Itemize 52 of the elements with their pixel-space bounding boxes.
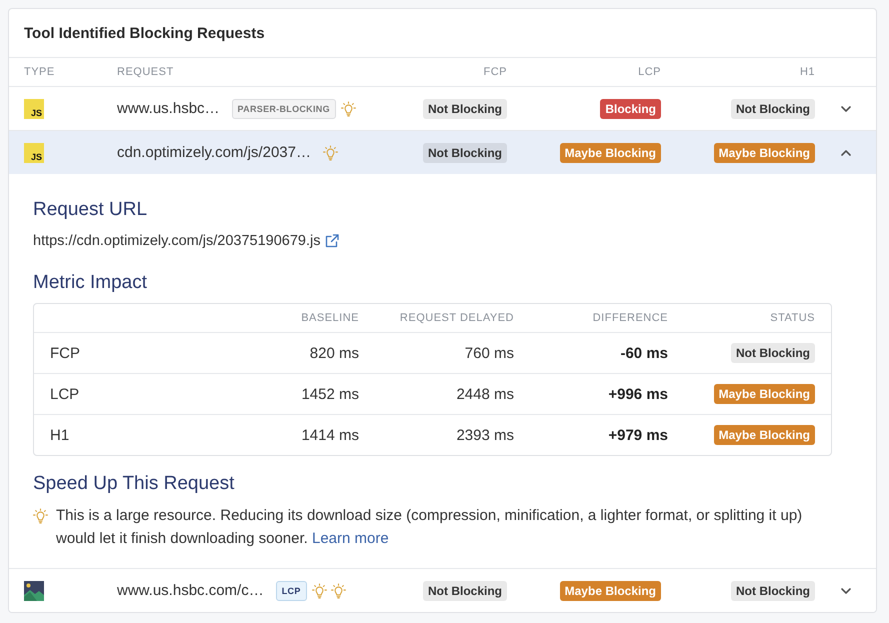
tip-text: This is a large resource. Reducing its download size (compression, minification, a lighter format, or splitting it up) would let it finish downloading sooner. Learn more — [56, 506, 804, 549]
request-name: cdn.optimizely.com/js/2037… — [117, 144, 311, 161]
section-heading: Metric Impact — [33, 271, 148, 295]
request-row[interactable]: JS cdn.optimizely.com/js/2037… Not Blocking Maybe Blocking Maybe Blocking — [9, 130, 876, 174]
external-link-icon[interactable] — [325, 234, 340, 248]
section-heading: Request URL — [33, 198, 148, 222]
js-logo: JS — [24, 142, 44, 162]
request-name: www.us.hsbc… — [117, 100, 220, 117]
lightbulb-icon — [33, 508, 48, 524]
column-header: BASELINE — [301, 312, 359, 324]
column-header: REQUEST DELAYED — [400, 312, 514, 324]
status-badge: Maybe Blocking — [714, 384, 815, 404]
column-header: DIFFERENCE — [592, 312, 668, 324]
column-header: LCP — [638, 66, 661, 78]
panel-title: Tool Identified Blocking Requests — [9, 9, 876, 58]
metric-name: H1 — [50, 426, 70, 444]
request-tag: PARSER-BLOCKING — [232, 98, 336, 118]
table-cell: 1452 ms — [301, 386, 359, 402]
status-badge: Not Blocking — [731, 580, 815, 600]
status-badge: Not Blocking — [423, 580, 507, 600]
table-cell: 2448 ms — [456, 386, 514, 402]
request-name: www.us.hsbc.com/c… — [117, 582, 264, 599]
request-url: https://cdn.optimizely.com/js/20375190679.js — [33, 233, 320, 249]
column-header: H1 — [800, 66, 815, 78]
status-badge: Not Blocking — [423, 142, 507, 162]
status-badge: Maybe Blocking — [714, 425, 815, 445]
table-cell: 2393 ms — [456, 426, 514, 444]
metric-name: FCP — [50, 344, 80, 362]
table-cell: +979 ms — [608, 426, 668, 444]
request-tag: LCP — [276, 580, 307, 600]
table-cell: +996 ms — [608, 386, 668, 402]
metric-name: LCP — [50, 386, 80, 402]
table-cell: 1414 ms — [301, 426, 359, 444]
js-logo: JS — [24, 98, 44, 118]
status-badge: Not Blocking — [731, 343, 815, 363]
status-badge: Not Blocking — [731, 98, 815, 118]
learn-more-link[interactable]: Learn more — [312, 530, 389, 547]
status-badge: Maybe Blocking — [560, 142, 661, 162]
column-header: FCP — [484, 66, 507, 78]
image-file-icon — [24, 580, 44, 600]
table-cell: -60 ms — [620, 344, 668, 362]
status-badge: Not Blocking — [423, 98, 507, 118]
table-cell: 760 ms — [464, 344, 514, 362]
status-badge: Maybe Blocking — [714, 142, 815, 162]
column-header: STATUS — [770, 312, 815, 324]
request-row[interactable]: www.us.hsbc.com/c… LCP Not Blocking Maybe Blocking Not Blocking — [9, 568, 876, 612]
section-heading: Speed Up This Request — [33, 472, 234, 496]
column-header: TYPE — [24, 66, 56, 78]
status-badge: Maybe Blocking — [560, 580, 661, 600]
table-cell: 820 ms — [310, 344, 359, 362]
column-header: REQUEST — [117, 66, 175, 78]
status-badge: Blocking — [600, 98, 661, 118]
